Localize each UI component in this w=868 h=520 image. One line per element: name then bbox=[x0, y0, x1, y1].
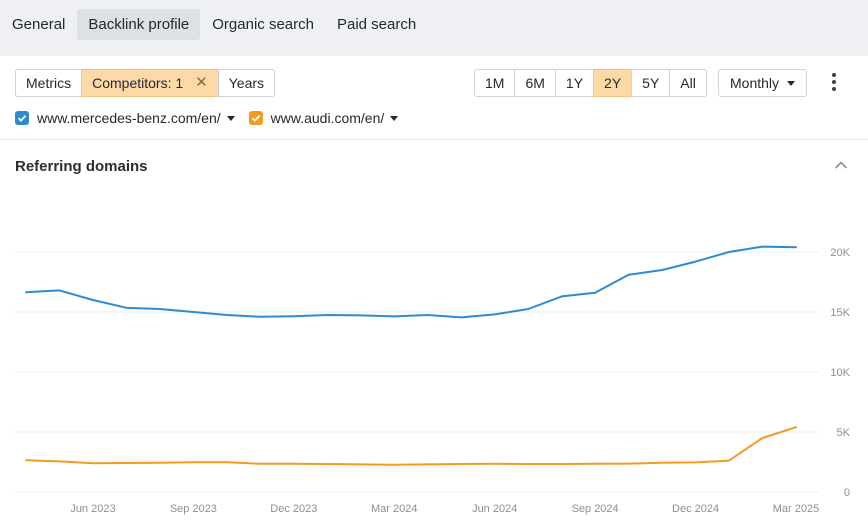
chevron-down-icon[interactable] bbox=[226, 115, 235, 121]
chart-toolbar: Metrics Competitors: 1 ✕ Years 1M 6M 1Y … bbox=[15, 69, 868, 97]
range-5y-button[interactable]: 5Y bbox=[631, 69, 671, 97]
chart-panel: Metrics Competitors: 1 ✕ Years 1M 6M 1Y … bbox=[0, 56, 868, 515]
site-audi-label: www.audi.com/en/ bbox=[270, 110, 385, 126]
x-tick-label: Jun 2024 bbox=[472, 503, 517, 515]
close-icon[interactable]: ✕ bbox=[195, 70, 208, 96]
checkbox-mercedes[interactable] bbox=[15, 111, 29, 125]
more-options-icon[interactable] bbox=[831, 73, 837, 93]
range-switcher: 1M 6M 1Y 2Y 5Y All bbox=[474, 69, 707, 97]
y-tick-label: 10K bbox=[830, 367, 850, 379]
y-tick-label: 5K bbox=[837, 427, 851, 439]
range-1y-button[interactable]: 1Y bbox=[554, 69, 595, 97]
competitor-legend: www.mercedes-benz.com/en/ www.audi.com/e… bbox=[15, 108, 412, 128]
range-all-button[interactable]: All bbox=[669, 69, 707, 97]
range-1m-button[interactable]: 1M bbox=[474, 69, 516, 97]
x-tick-label: Sep 2024 bbox=[572, 503, 619, 515]
tab-backlink-profile[interactable]: Backlink profile bbox=[77, 9, 201, 40]
granularity-dropdown[interactable]: Monthly bbox=[718, 69, 808, 97]
tab-paid-search[interactable]: Paid search bbox=[326, 9, 427, 40]
series-line-audi[interactable] bbox=[25, 426, 797, 466]
chevron-down-icon[interactable] bbox=[390, 115, 399, 121]
section-title: Referring domains bbox=[15, 158, 148, 175]
x-tick-label: Sep 2023 bbox=[170, 503, 217, 515]
mode-switcher: Metrics Competitors: 1 ✕ Years bbox=[15, 69, 276, 97]
competitors-label: Competitors: 1 bbox=[92, 75, 184, 91]
competitors-button[interactable]: Competitors: 1 ✕ bbox=[81, 69, 219, 97]
tab-organic-search[interactable]: Organic search bbox=[201, 9, 325, 40]
site-audi[interactable]: www.audi.com/en/ bbox=[248, 110, 399, 126]
x-tick-label: Dec 2024 bbox=[672, 503, 719, 515]
x-tick-label: Dec 2023 bbox=[270, 503, 317, 515]
granularity-label: Monthly bbox=[730, 75, 780, 91]
range-2y-button[interactable]: 2Y bbox=[593, 69, 633, 97]
metrics-button[interactable]: Metrics bbox=[15, 69, 83, 97]
divider bbox=[0, 139, 868, 140]
site-mercedes-label: www.mercedes-benz.com/en/ bbox=[37, 110, 221, 126]
chevron-down-icon bbox=[787, 81, 796, 86]
top-navigation: General Backlink profile Organic search … bbox=[0, 0, 868, 56]
site-mercedes[interactable]: www.mercedes-benz.com/en/ bbox=[15, 110, 235, 126]
tab-general[interactable]: General bbox=[1, 9, 76, 40]
referring-domains-chart: 20K 15K 10K 5K 0 Jun 2023 Sep 2023 Dec 2023 Mar… bbox=[15, 245, 851, 515]
checkbox-audi[interactable] bbox=[248, 111, 263, 125]
x-tick-label: Mar 2024 bbox=[371, 503, 417, 515]
y-tick-label: 20K bbox=[830, 247, 850, 259]
y-tick-label: 0 bbox=[844, 487, 850, 499]
x-tick-label: Jun 2023 bbox=[70, 503, 115, 515]
chevron-up-icon[interactable] bbox=[834, 159, 848, 171]
years-button[interactable]: Years bbox=[217, 69, 276, 97]
series-line-mercedes[interactable] bbox=[25, 245, 797, 319]
y-tick-label: 15K bbox=[830, 307, 850, 319]
x-tick-label: Mar 2025 bbox=[773, 503, 819, 515]
range-6m-button[interactable]: 6M bbox=[514, 69, 556, 97]
